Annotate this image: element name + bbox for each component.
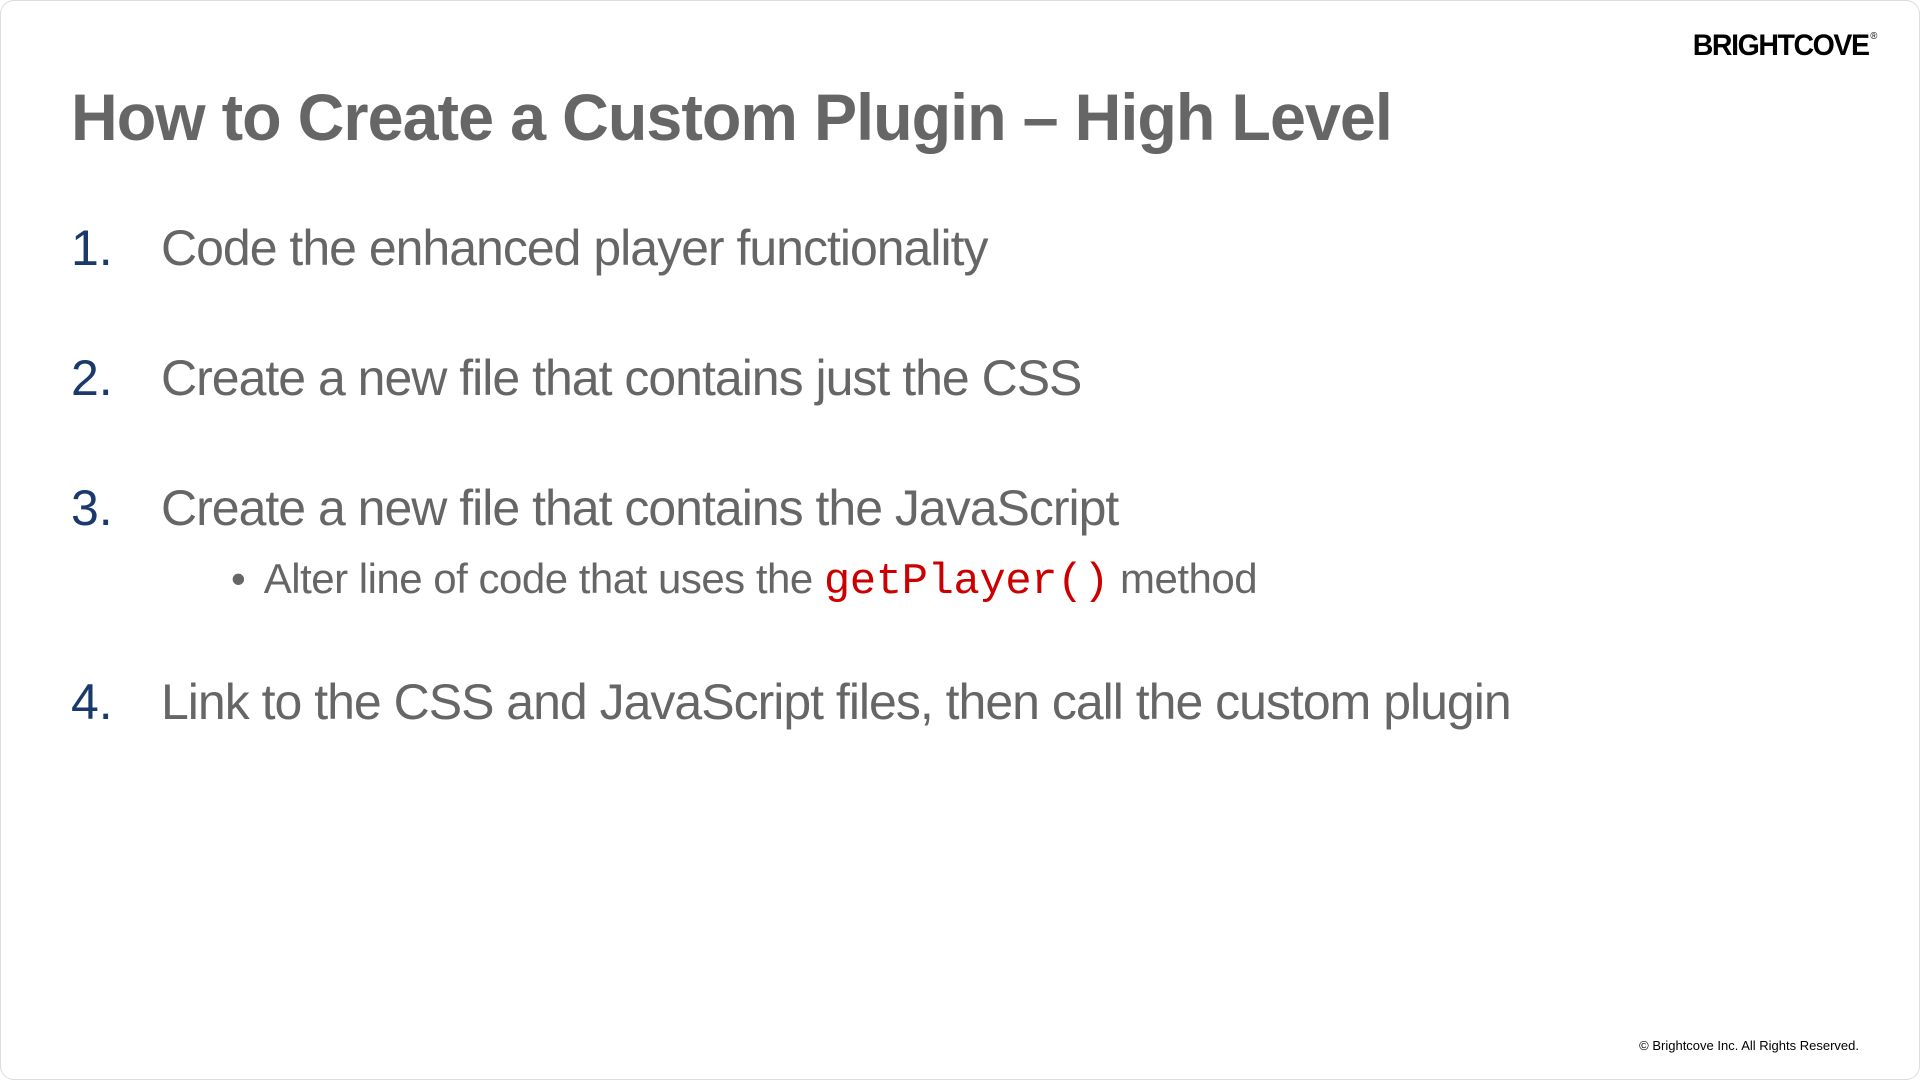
list-text: Create a new file that contains just the… <box>161 349 1081 407</box>
sub-prefix: Alter line of code that uses the <box>264 555 824 602</box>
brightcove-logo: BRIGHTCOVE® <box>1693 29 1874 63</box>
logo-text: BRIGHTCOVE <box>1693 29 1869 62</box>
bullet-icon: • <box>231 555 246 603</box>
list-text: Code the enhanced player functionality <box>161 219 987 277</box>
sub-text: Alter line of code that uses the getPlay… <box>264 555 1257 607</box>
list-number: 1. <box>71 219 161 277</box>
list-number: 3. <box>71 479 161 537</box>
list-item: 3. Create a new file that contains the J… <box>71 479 1849 537</box>
list-text: Link to the CSS and JavaScript files, th… <box>161 673 1511 731</box>
steps-list: 1. Code the enhanced player functionalit… <box>71 219 1849 731</box>
list-number: 4. <box>71 673 161 731</box>
sub-suffix: method <box>1109 555 1257 602</box>
sub-item: • Alter line of code that uses the getPl… <box>231 555 1849 607</box>
list-item: 2. Create a new file that contains just … <box>71 349 1849 407</box>
logo-registered: ® <box>1871 31 1877 42</box>
list-number: 2. <box>71 349 161 407</box>
list-text: Create a new file that contains the Java… <box>161 479 1118 537</box>
slide-container: BRIGHTCOVE® How to Create a Custom Plugi… <box>0 0 1920 1080</box>
list-item: 4. Link to the CSS and JavaScript files,… <box>71 673 1849 731</box>
slide-title: How to Create a Custom Plugin – High Lev… <box>71 79 1813 155</box>
sub-list: • Alter line of code that uses the getPl… <box>231 555 1849 607</box>
list-item: 1. Code the enhanced player functionalit… <box>71 219 1849 277</box>
copyright-text: © Brightcove Inc. All Rights Reserved. <box>1639 1038 1859 1053</box>
code-snippet: getPlayer() <box>824 557 1109 607</box>
